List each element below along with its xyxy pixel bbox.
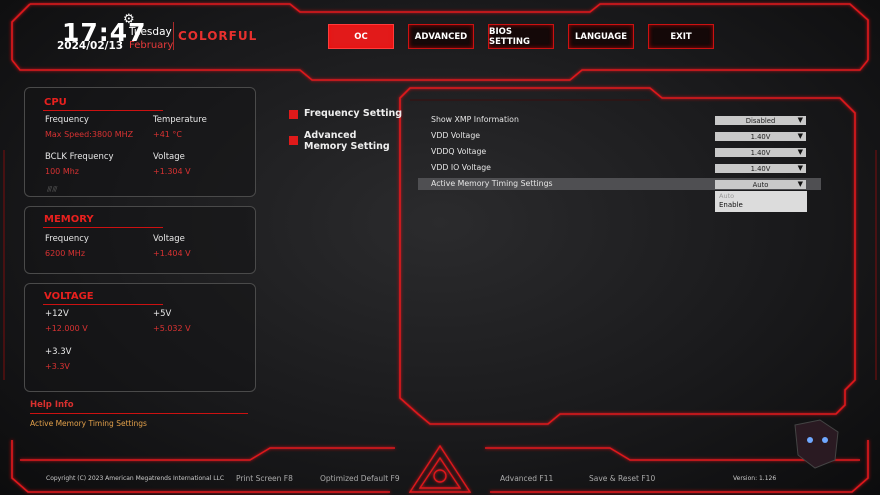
dropdown-value: 1.40V	[750, 164, 771, 173]
memory-voltage-label: Voltage	[153, 234, 185, 244]
cpu-temperature-value: +41 °C	[153, 130, 183, 139]
memory-frequency-value: 6200 MHz	[45, 249, 86, 258]
voltage-12v-value: +12.000 V	[45, 324, 88, 333]
setting-vdd-voltage-dropdown[interactable]: 1.40V ▼	[715, 132, 806, 141]
setting-active-memory-timing-dropdown[interactable]: Auto ▼	[715, 180, 806, 189]
cpu-frequency-label: Frequency	[45, 115, 89, 125]
setting-vdd-io-voltage-dropdown[interactable]: 1.40V ▼	[715, 164, 806, 173]
dropdown-option-enable[interactable]: Enable	[719, 201, 743, 209]
cpu-frequency-value: Max Speed:3800 MHZ	[45, 130, 134, 139]
voltage-3v3-value: +3.3V	[45, 362, 70, 371]
menu-frequency-setting[interactable]: Frequency Setting	[304, 108, 402, 119]
voltage-12v-label: +12V	[45, 309, 69, 319]
dropdown-value: 1.40V	[750, 148, 771, 157]
setting-active-memory-timing-label[interactable]: Active Memory Timing Settings	[431, 179, 553, 188]
cpu-title-underline	[43, 110, 163, 111]
version-text: Version: 1.126	[733, 475, 777, 482]
voltage-title-underline	[43, 304, 163, 305]
voltage-panel: VOLTAGE +12V +12.000 V +5V +5.032 V +3.3…	[24, 283, 256, 392]
menu-bullet-icon	[289, 136, 298, 145]
dropdown-arrow-icon: ▼	[797, 148, 803, 156]
setting-vdd-io-voltage-label[interactable]: VDD IO Voltage	[431, 163, 491, 172]
memory-title-underline	[43, 227, 163, 228]
setting-vdd-voltage-label[interactable]: VDD Voltage	[431, 131, 480, 140]
memory-frequency-label: Frequency	[45, 234, 89, 244]
help-info-divider	[30, 413, 248, 414]
cpu-voltage-label: Voltage	[153, 152, 185, 162]
tab-exit[interactable]: EXIT	[648, 24, 714, 49]
dropdown-arrow-icon: ▼	[797, 164, 803, 172]
dropdown-arrow-icon: ▼	[797, 180, 803, 188]
voltage-3v3-label: +3.3V	[45, 347, 72, 357]
voltage-title: VOLTAGE	[44, 291, 94, 302]
memory-voltage-value: +1.404 V	[153, 249, 191, 258]
setting-show-xmp-label[interactable]: Show XMP Information	[431, 115, 519, 124]
mascot-icon	[794, 419, 839, 469]
cpu-voltage-value: +1.304 V	[153, 167, 191, 176]
voltage-5v-label: +5V	[153, 309, 172, 319]
tab-oc[interactable]: OC	[328, 24, 394, 49]
clock-date: 2024/02/13	[57, 40, 124, 52]
hotkey-optimized-default[interactable]: Optimized Default F9	[320, 474, 400, 483]
hotkey-print-screen[interactable]: Print Screen F8	[236, 474, 293, 483]
panel-decor: /// ///	[47, 185, 57, 193]
clock-day: Tuesday	[129, 26, 172, 38]
cpu-panel: CPU Frequency Max Speed:3800 MHZ Tempera…	[24, 87, 256, 197]
cpu-temperature-label: Temperature	[153, 115, 207, 125]
gear-icon[interactable]: ⚙	[123, 12, 135, 27]
dropdown-value: 1.40V	[750, 132, 771, 141]
setting-vddq-voltage-dropdown[interactable]: 1.40V ▼	[715, 148, 806, 157]
dropdown-value: Disabled	[745, 116, 776, 125]
dropdown-option-auto[interactable]: Auto	[719, 192, 734, 200]
clock-month: February	[129, 40, 174, 51]
tab-language[interactable]: LANGUAGE	[568, 24, 634, 49]
dropdown-arrow-icon: ▼	[797, 116, 803, 124]
dropdown-value: Auto	[752, 180, 769, 189]
dropdown-arrow-icon: ▼	[797, 132, 803, 140]
cpu-bclk-value: 100 Mhz	[45, 167, 79, 176]
setting-vddq-voltage-label[interactable]: VDDQ Voltage	[431, 147, 486, 156]
help-info-text: Active Memory Timing Settings	[30, 419, 147, 428]
voltage-5v-value: +5.032 V	[153, 324, 191, 333]
copyright-text: Copyright (C) 2023 American Megatrends I…	[46, 475, 225, 482]
hotkey-advanced[interactable]: Advanced F11	[500, 474, 553, 483]
help-info-title: Help Info	[30, 400, 74, 410]
hotkey-save-reset[interactable]: Save & Reset F10	[589, 474, 655, 483]
menu-advanced-memory-setting[interactable]: Advanced Memory Setting	[304, 130, 399, 152]
setting-show-xmp-dropdown[interactable]: Disabled ▼	[715, 116, 806, 125]
brand-divider	[173, 22, 174, 50]
cpu-title: CPU	[44, 97, 67, 108]
cpu-bclk-label: BCLK Frequency	[45, 152, 114, 162]
memory-panel: MEMORY Frequency 6200 MHz Voltage +1.404…	[24, 206, 256, 274]
brand-logo: COLORFUL	[178, 29, 258, 43]
memory-title: MEMORY	[44, 214, 94, 225]
tab-advanced[interactable]: ADVANCED	[408, 24, 474, 49]
tab-bios-setting[interactable]: BIOS SETTING	[488, 24, 554, 49]
menu-bullet-icon	[289, 110, 298, 119]
